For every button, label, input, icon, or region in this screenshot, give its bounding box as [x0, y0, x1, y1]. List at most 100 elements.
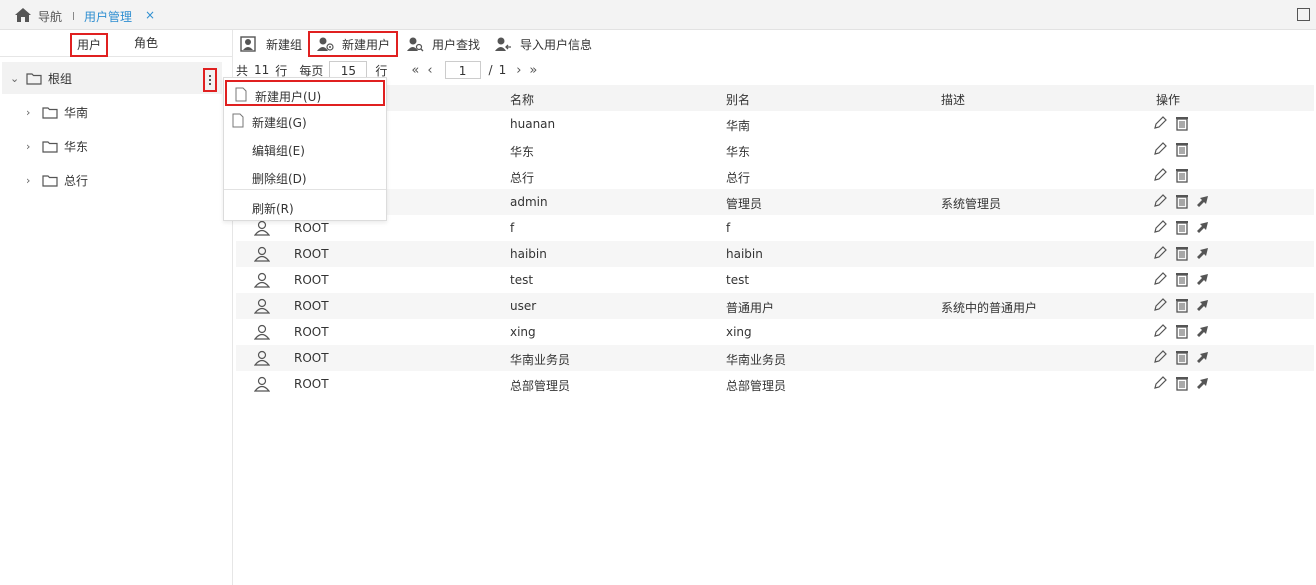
- chevron-right-icon[interactable]: ›: [26, 174, 36, 187]
- edit-icon[interactable]: [1152, 167, 1168, 183]
- delete-icon[interactable]: [1174, 245, 1190, 261]
- menu-item-edit-group[interactable]: 编辑组(E): [224, 136, 386, 162]
- maximize-icon[interactable]: [1297, 8, 1310, 21]
- edit-icon[interactable]: [1152, 375, 1168, 391]
- home-icon: [14, 7, 32, 26]
- cell-parent: ROOT: [294, 351, 329, 365]
- tree-node-zonghang[interactable]: › 总行: [26, 172, 88, 189]
- move-icon[interactable]: [1196, 245, 1212, 261]
- page-input[interactable]: 1: [444, 61, 481, 79]
- cell-parent: ROOT: [294, 247, 329, 261]
- sidebar: 用户 角色 ⌄ 根组 › 华南 › 华东 › 总行: [0, 30, 233, 585]
- cell-alias: 管理员: [726, 197, 763, 211]
- more-options-icon[interactable]: [203, 68, 217, 92]
- tree-node-root[interactable]: ⌄ 根组: [10, 70, 72, 87]
- move-icon[interactable]: [1196, 323, 1212, 339]
- delete-icon[interactable]: [1174, 193, 1190, 209]
- delete-icon[interactable]: [1174, 297, 1190, 313]
- table-row[interactable]: ROOT user 普通用户 系统中的普通用户: [236, 293, 1314, 319]
- user-icon: [254, 220, 270, 236]
- row-actions: [1152, 323, 1212, 339]
- edit-icon[interactable]: [1152, 219, 1168, 235]
- edit-icon[interactable]: [1152, 193, 1168, 209]
- delete-icon[interactable]: [1174, 323, 1190, 339]
- cell-description-bg: 系统管理员: [936, 189, 1156, 215]
- menu-item-new-user[interactable]: 新建用户(U): [225, 80, 385, 106]
- move-icon[interactable]: [1196, 297, 1212, 313]
- cell-description: 系统中的普通用户: [941, 301, 1038, 315]
- delete-icon[interactable]: [1174, 141, 1190, 157]
- cell-description-bg: [936, 215, 1156, 241]
- edit-icon[interactable]: [1152, 349, 1168, 365]
- move-icon[interactable]: [1196, 271, 1212, 287]
- table-row[interactable]: admin 管理员 系统管理员: [236, 189, 1314, 215]
- table-row[interactable]: ROOT xing xing: [236, 319, 1314, 345]
- delete-icon[interactable]: [1174, 115, 1190, 131]
- edit-icon[interactable]: [1152, 323, 1168, 339]
- tree-node-huanan[interactable]: › 华南: [26, 104, 88, 121]
- menu-item-label: 新建用户(U): [255, 90, 322, 104]
- table-row[interactable]: ROOT f f: [236, 215, 1314, 241]
- tab-roles[interactable]: 角色: [128, 33, 164, 53]
- table-row[interactable]: huanan 华南: [236, 111, 1314, 137]
- first-page-icon[interactable]: «: [411, 63, 419, 78]
- tab-users[interactable]: 用户: [70, 33, 109, 57]
- delete-icon[interactable]: [1174, 375, 1190, 391]
- delete-icon[interactable]: [1174, 167, 1190, 183]
- prev-page-icon[interactable]: ‹: [427, 63, 432, 78]
- chevron-right-icon[interactable]: ›: [26, 106, 36, 119]
- table-row[interactable]: ROOT test test: [236, 267, 1314, 293]
- table-row[interactable]: ROOT 总部管理员 总部管理员: [236, 371, 1314, 397]
- row-actions: [1152, 349, 1212, 365]
- cell-description-bg: [936, 241, 1156, 267]
- table-header: 名称 别名 描述 操作: [236, 85, 1314, 111]
- menu-item-label: 编辑组(E): [252, 144, 305, 158]
- table-row[interactable]: ROOT 华南业务员 华南业务员: [236, 345, 1314, 371]
- new-user-button[interactable]: 新建用户: [308, 31, 399, 57]
- cell-parent: ROOT: [294, 325, 329, 339]
- menu-item-label: 新建组(G): [252, 116, 307, 130]
- delete-icon[interactable]: [1174, 219, 1190, 235]
- new-group-button[interactable]: 新建组: [240, 33, 302, 55]
- tab-user-management[interactable]: 用户管理: [84, 8, 132, 25]
- menu-item-refresh[interactable]: 刷新(R): [224, 194, 386, 220]
- cell-description-bg: [936, 111, 1156, 137]
- move-icon[interactable]: [1196, 193, 1212, 209]
- tab-close-icon[interactable]: ×: [145, 8, 155, 22]
- chevron-right-icon[interactable]: ›: [26, 140, 36, 153]
- cell-alias: 总行: [726, 171, 751, 185]
- menu-item-new-group[interactable]: 新建组(G): [224, 108, 386, 134]
- tree-node-huadong[interactable]: › 华东: [26, 138, 88, 155]
- edit-icon[interactable]: [1152, 115, 1168, 131]
- edit-icon[interactable]: [1152, 297, 1168, 313]
- import-users-button[interactable]: 导入用户信息: [494, 33, 592, 55]
- move-icon[interactable]: [1196, 349, 1212, 365]
- table-row[interactable]: 总行 总行: [236, 163, 1314, 189]
- pager-per-page-label: 每页: [299, 63, 324, 78]
- move-icon[interactable]: [1196, 219, 1212, 235]
- new-group-label: 新建组: [266, 37, 303, 52]
- cell-description-bg: [936, 163, 1156, 189]
- find-user-button[interactable]: 用户查找: [406, 33, 480, 55]
- tree-node-label: 华东: [64, 140, 89, 154]
- cell-alias: 华南业务员: [726, 353, 787, 367]
- edit-icon[interactable]: [1152, 141, 1168, 157]
- nav-home[interactable]: 导航: [14, 7, 62, 26]
- delete-icon[interactable]: [1174, 271, 1190, 287]
- cell-alias: f: [726, 221, 731, 235]
- next-page-icon[interactable]: ›: [516, 63, 521, 78]
- delete-icon[interactable]: [1174, 349, 1190, 365]
- table-row[interactable]: 华东 华东: [236, 137, 1314, 163]
- table-row[interactable]: ROOT haibin haibin: [236, 241, 1314, 267]
- cell-description-bg: [936, 345, 1156, 371]
- cell-name: 华东: [510, 145, 535, 159]
- chevron-down-icon[interactable]: ⌄: [10, 72, 20, 85]
- cell-description-bg: 系统中的普通用户: [936, 293, 1156, 319]
- find-user-label: 用户查找: [432, 37, 481, 52]
- last-page-icon[interactable]: »: [529, 63, 537, 78]
- edit-icon[interactable]: [1152, 245, 1168, 261]
- menu-item-delete-group[interactable]: 删除组(D): [224, 164, 386, 190]
- tree-node-label: 根组: [48, 72, 73, 86]
- move-icon[interactable]: [1196, 375, 1212, 391]
- edit-icon[interactable]: [1152, 271, 1168, 287]
